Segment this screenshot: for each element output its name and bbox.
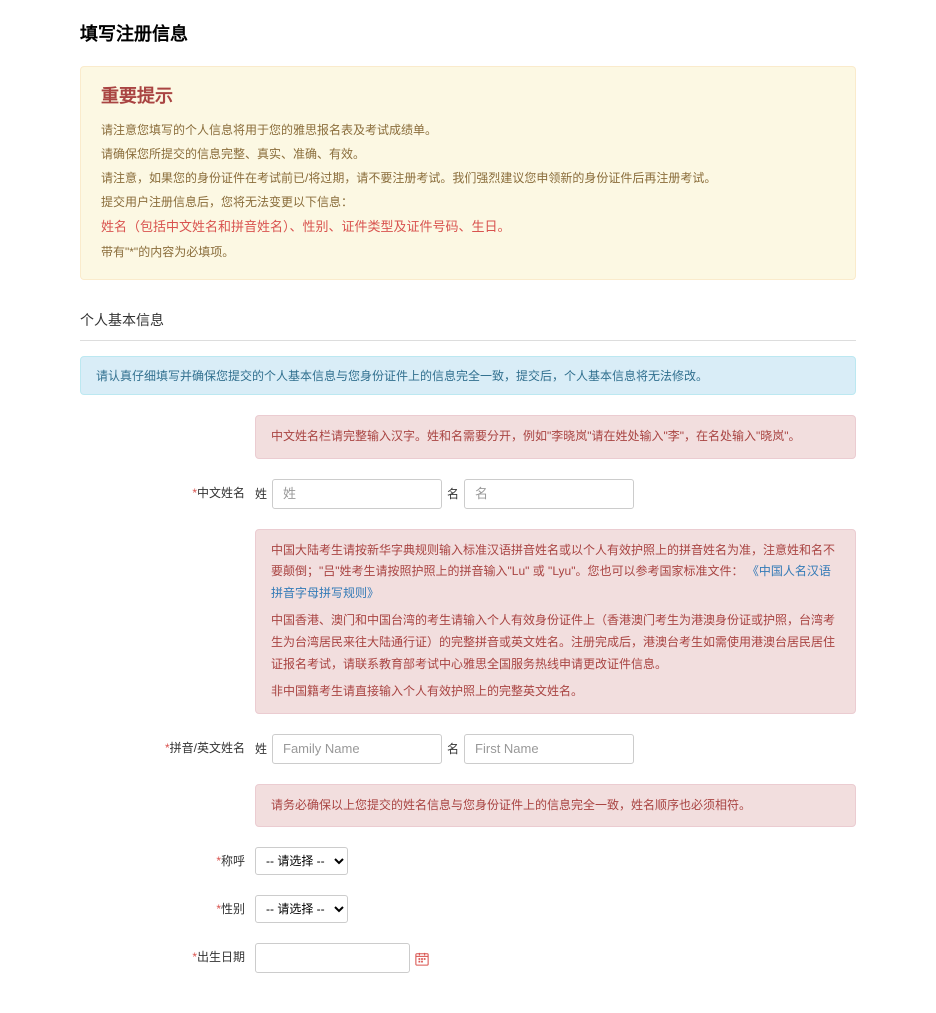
- pinyin-name-label: *拼音/英文姓名: [80, 734, 255, 756]
- registration-form: 填写注册信息 重要提示 请注意您填写的个人信息将用于您的雅思报名表及考试成绩单。…: [0, 0, 936, 1013]
- pinyin-family-sublabel: 姓: [255, 740, 267, 757]
- name-consistency-hint: 请务必确保以上您提交的姓名信息与您身份证件上的信息完全一致，姓名顺序也必须相符。: [255, 784, 856, 828]
- chinese-family-name-input[interactable]: [272, 479, 442, 509]
- section-title: 个人基本信息: [80, 300, 856, 341]
- chinese-name-hint: 中文姓名栏请完整输入汉字。姓和名需要分开，例如"李晓岚"请在姓处输入"李"，在名…: [255, 415, 856, 459]
- important-notice: 重要提示 请注意您填写的个人信息将用于您的雅思报名表及考试成绩单。 请确保您所提…: [80, 66, 856, 280]
- chinese-name-label: *中文姓名: [80, 479, 255, 501]
- pinyin-name-hint: 中国大陆考生请按新华字典规则输入标准汉语拼音姓名或以个人有效护照上的拼音姓名为准…: [255, 529, 856, 714]
- important-line-5: 姓名（包括中文姓名和拼音姓名）、性别、证件类型及证件号码、生日。: [101, 214, 835, 240]
- salutation-row: *称呼 -- 请选择 --: [80, 847, 856, 875]
- calendar-icon[interactable]: [415, 951, 429, 966]
- dob-label: *出生日期: [80, 943, 255, 965]
- given-sublabel: 名: [447, 485, 459, 502]
- pinyin-given-name-input[interactable]: [464, 734, 634, 764]
- family-sublabel: 姓: [255, 485, 267, 502]
- chinese-name-row: *中文姓名 姓 名: [80, 479, 856, 509]
- gender-row: *性别 -- 请选择 --: [80, 895, 856, 923]
- important-line-3: 请注意，如果您的身份证件在考试前已/将过期，请不要注册考试。我们强烈建议您申领新…: [101, 166, 835, 190]
- page-title: 填写注册信息: [80, 20, 856, 46]
- pinyin-name-row: *拼音/英文姓名 姓 名: [80, 734, 856, 764]
- important-line-4: 提交用户注册信息后，您将无法变更以下信息：: [101, 190, 835, 214]
- important-line-1: 请注意您填写的个人信息将用于您的雅思报名表及考试成绩单。: [101, 118, 835, 142]
- chinese-given-name-input[interactable]: [464, 479, 634, 509]
- gender-label: *性别: [80, 895, 255, 917]
- important-title: 重要提示: [101, 82, 835, 108]
- salutation-label: *称呼: [80, 847, 255, 869]
- salutation-select[interactable]: -- 请选择 --: [255, 847, 348, 875]
- pinyin-given-sublabel: 名: [447, 740, 459, 757]
- important-line-6: 带有"*"的内容为必填项。: [101, 240, 835, 264]
- dob-input[interactable]: [255, 943, 410, 973]
- important-line-2: 请确保您所提交的信息完整、真实、准确、有效。: [101, 142, 835, 166]
- pinyin-family-name-input[interactable]: [272, 734, 442, 764]
- dob-row: *出生日期: [80, 943, 856, 973]
- info-alert: 请认真仔细填写并确保您提交的个人基本信息与您身份证件上的信息完全一致，提交后，个…: [80, 356, 856, 395]
- gender-select[interactable]: -- 请选择 --: [255, 895, 348, 923]
